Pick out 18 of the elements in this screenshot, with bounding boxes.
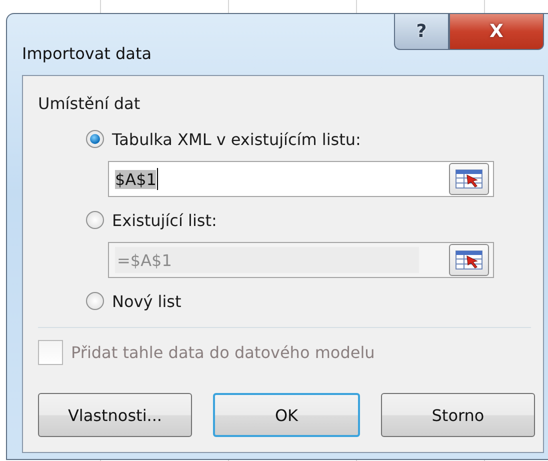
range-select-icon (455, 168, 483, 190)
radio-label[interactable]: Tabulka XML v existujícím listu: (112, 130, 361, 148)
close-button[interactable]: X (449, 14, 544, 50)
dialog-button[interactable]: Storno (381, 393, 535, 437)
dialog-button[interactable]: OK (213, 393, 360, 437)
range-select-button[interactable] (449, 163, 489, 195)
radio-button[interactable] (86, 211, 104, 229)
radio-label[interactable]: Nový list (112, 292, 182, 310)
group-label: Umístění dat (38, 94, 142, 113)
range-field[interactable]: $A$1 (108, 161, 494, 197)
window-title: Importovat data (22, 44, 152, 63)
help-button[interactable]: ? (394, 14, 449, 50)
radio-label[interactable]: Existující list: (112, 210, 217, 230)
dialog-button[interactable]: Vlastnosti... (38, 393, 192, 437)
radio-button[interactable] (86, 292, 104, 310)
checkbox-label: Přidat tahle data do datového modelu (71, 342, 375, 362)
radio-button[interactable] (86, 130, 104, 148)
range-select-icon (455, 249, 483, 271)
